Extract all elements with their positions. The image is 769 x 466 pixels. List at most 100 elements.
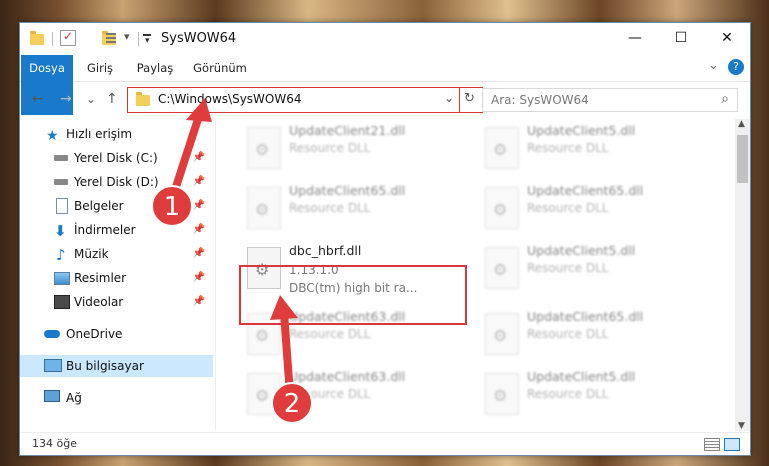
- sidebar-item-label: Resimler: [74, 271, 127, 285]
- status-bar: 134 öğe: [20, 432, 750, 455]
- recent-locations-button[interactable]: ⌄: [86, 92, 96, 106]
- pane-splitter[interactable]: [215, 119, 216, 431]
- refresh-icon[interactable]: ↻: [464, 91, 475, 106]
- sidebar-item-music[interactable]: ♪ Müzik 📌: [20, 243, 213, 265]
- list-item[interactable]: ⚙ UpdateClient21.dll Resource DLL: [241, 119, 461, 179]
- folder-icon[interactable]: [30, 31, 44, 45]
- dll-file-icon: ⚙: [485, 127, 519, 169]
- list-item[interactable]: ⚙ UpdateClient65.dll Resource DLL: [241, 179, 461, 239]
- up-button[interactable]: ↑: [106, 91, 118, 107]
- image-icon: [54, 272, 70, 285]
- large-icons-view-icon[interactable]: [724, 438, 740, 451]
- file-type: Resource DLL: [289, 141, 371, 155]
- sidebar-item-label: Belgeler: [74, 199, 124, 213]
- properties-icon[interactable]: ✓: [60, 29, 76, 46]
- address-path[interactable]: C:\Windows\SysWOW64: [158, 92, 302, 106]
- dll-file-icon: ⚙: [247, 127, 281, 169]
- music-icon: ♪: [56, 246, 66, 264]
- pin-icon[interactable]: 📌: [193, 243, 205, 265]
- drive-icon: [54, 155, 68, 161]
- search-icon[interactable]: ⌕: [721, 91, 729, 107]
- maximize-button[interactable]: ☐: [658, 23, 704, 53]
- sidebar-item-local-disk-c[interactable]: Yerel Disk (C:) 📌: [20, 147, 213, 169]
- forward-button[interactable]: →: [60, 91, 72, 107]
- navigation-pane: ★ Hızlı erişim Yerel Disk (C:) 📌 Yerel D…: [20, 119, 215, 431]
- sidebar-item-network[interactable]: Ağ: [20, 387, 213, 409]
- pin-icon[interactable]: 📌: [193, 171, 205, 193]
- quick-access-dropdown-icon[interactable]: ▾: [124, 30, 130, 46]
- file-name: UpdateClient65.dll: [527, 309, 644, 324]
- file-name: dbc_hbrf.dll: [289, 243, 362, 258]
- video-icon: [54, 295, 70, 309]
- tab-share[interactable]: Paylaş: [130, 55, 180, 81]
- pin-icon[interactable]: 📌: [193, 219, 205, 241]
- search-input[interactable]: Ara: SysWOW64: [491, 93, 589, 107]
- file-name: UpdateClient5.dll: [527, 369, 636, 384]
- sidebar-item-local-disk-d[interactable]: Yerel Disk (D:) 📌: [20, 171, 213, 193]
- dll-file-icon: ⚙: [485, 247, 519, 289]
- list-item[interactable]: ⚙ UpdateClient63.dll Resource DLL: [241, 365, 461, 425]
- dll-file-icon: ⚙: [485, 373, 519, 415]
- ribbon-tabs: Dosya Giriş Paylaş Görünüm ⌄ ?: [20, 55, 750, 115]
- file-type: Resource DLL: [527, 261, 609, 275]
- dll-file-icon: ⚙: [247, 187, 281, 229]
- scrollbar-thumb[interactable]: [737, 135, 748, 183]
- sidebar-item-label: Yerel Disk (C:): [74, 151, 158, 165]
- file-name: UpdateClient21.dll: [289, 123, 406, 138]
- search-box[interactable]: Ara: SysWOW64 ⌕: [482, 88, 738, 112]
- sidebar-item-this-pc[interactable]: Bu bilgisayar: [20, 355, 213, 377]
- file-highlight-box: [239, 265, 467, 325]
- list-item[interactable]: ⚙ UpdateClient65.dll Resource DLL: [479, 179, 699, 239]
- minimize-button[interactable]: —: [612, 23, 658, 53]
- divider: [138, 32, 139, 46]
- file-type: Resource DLL: [527, 387, 609, 401]
- list-item[interactable]: ⚙ UpdateClient5.dll Resource DLL: [479, 239, 699, 299]
- help-icon[interactable]: ?: [728, 59, 744, 75]
- network-icon: [44, 390, 60, 402]
- file-type: Resource DLL: [289, 327, 371, 341]
- tab-home[interactable]: Giriş: [80, 55, 120, 81]
- back-button[interactable]: ←: [32, 91, 44, 107]
- customize-toolbar-icon[interactable]: [106, 32, 120, 44]
- tab-view[interactable]: Görünüm: [190, 55, 250, 81]
- cloud-icon: [44, 330, 60, 338]
- pin-icon[interactable]: 📌: [193, 147, 205, 169]
- sidebar-item-videos[interactable]: Videolar 📌: [20, 291, 213, 313]
- title-bar: ✓ ▾ ▾ SysWOW64 — ☐ ✕: [20, 23, 750, 55]
- sidebar-item-label: Hızlı erişim: [66, 127, 133, 141]
- file-explorer-window: ✓ ▾ ▾ SysWOW64 — ☐ ✕ Dosya Giriş Paylaş …: [19, 22, 751, 456]
- list-item[interactable]: ⚙ UpdateClient65.dll Resource DLL: [479, 305, 699, 365]
- list-item[interactable]: ⚙ UpdateClient5.dll Resource DLL: [479, 365, 699, 425]
- pin-icon[interactable]: 📌: [193, 291, 205, 313]
- scroll-down-icon[interactable]: ▼: [738, 421, 745, 431]
- pin-icon[interactable]: 📌: [193, 195, 205, 217]
- sidebar-item-pictures[interactable]: Resimler 📌: [20, 267, 213, 289]
- scroll-up-icon[interactable]: ▲: [738, 119, 745, 129]
- file-type: Resource DLL: [289, 201, 371, 215]
- file-name: UpdateClient5.dll: [527, 123, 636, 138]
- pin-icon[interactable]: 📌: [193, 267, 205, 289]
- details-view-icon[interactable]: [704, 438, 720, 451]
- sidebar-item-downloads[interactable]: ⬇ İndirmeler 📌: [20, 219, 213, 241]
- file-list: ⚙ UpdateClient21.dll Resource DLL ⚙ Upda…: [217, 119, 729, 431]
- list-item[interactable]: ⚙ UpdateClient5.dll Resource DLL: [479, 119, 699, 179]
- vertical-scrollbar[interactable]: ▲ ▼: [735, 119, 750, 431]
- ribbon-collapse-icon[interactable]: ⌄: [708, 58, 719, 73]
- address-bar[interactable]: C:\Windows\SysWOW64 ⌄ ↻: [127, 87, 483, 113]
- close-button[interactable]: ✕: [704, 23, 750, 53]
- sidebar-item-label: İndirmeler: [74, 223, 136, 237]
- file-type: Resource DLL: [527, 327, 609, 341]
- sidebar-item-label: OneDrive: [66, 327, 123, 341]
- divider: [52, 32, 53, 46]
- sidebar-item-quick-access[interactable]: ★ Hızlı erişim: [20, 123, 213, 145]
- sidebar-item-documents[interactable]: Belgeler 📌: [20, 195, 213, 217]
- dll-file-icon: ⚙: [485, 187, 519, 229]
- sidebar-item-onedrive[interactable]: OneDrive: [20, 323, 213, 345]
- folder-icon: [136, 92, 150, 106]
- file-name: UpdateClient5.dll: [527, 243, 636, 258]
- sidebar-item-label: Yerel Disk (D:): [74, 175, 159, 189]
- address-dropdown-icon[interactable]: ⌄: [444, 91, 454, 105]
- file-name: UpdateClient63.dll: [289, 369, 406, 384]
- quick-access-more-icon[interactable]: ▾: [142, 32, 152, 46]
- document-icon: [56, 198, 68, 214]
